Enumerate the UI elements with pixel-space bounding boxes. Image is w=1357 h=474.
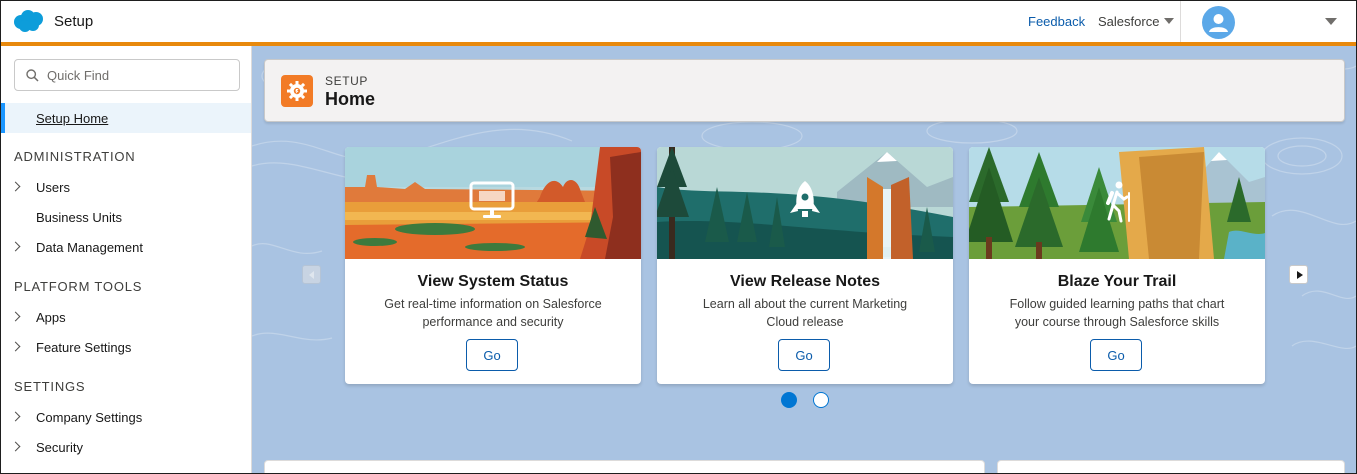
card-view-system-status: View System Status Get real-time informa… xyxy=(345,147,641,384)
card-title: View Release Notes xyxy=(729,273,880,290)
carousel-dot-1[interactable] xyxy=(781,392,797,408)
go-button[interactable]: Go xyxy=(1090,339,1142,371)
sidebar-item-label: Company Settings xyxy=(36,410,143,425)
app-title: Setup xyxy=(54,13,94,30)
sidebar-item-label: Feature Settings xyxy=(36,340,132,355)
sidebar-item-label: Business Units xyxy=(36,210,122,225)
setup-gear-icon xyxy=(281,75,313,107)
main-content: SETUP Home View System Status Get real-t… xyxy=(252,46,1356,473)
card-title: Blaze Your Trail xyxy=(1057,273,1177,290)
sidebar-item-setup-home[interactable]: Setup Home xyxy=(1,103,251,133)
user-icon xyxy=(1209,14,1228,32)
card-description: Get real-time information on Salesforce … xyxy=(384,297,602,329)
forest-illustration xyxy=(969,147,1265,259)
setup-sidebar: Setup Home ADMINISTRATION Users Business… xyxy=(1,46,252,473)
card-description: Learn all about the current Marketing Cl… xyxy=(702,297,908,329)
go-button[interactable]: Go xyxy=(466,339,518,371)
sidebar-item-data-management[interactable]: Data Management xyxy=(1,236,251,260)
bottom-panel-right xyxy=(997,460,1345,473)
page-title: Home xyxy=(325,89,376,109)
chevron-right-icon xyxy=(10,181,21,192)
chevron-right-icon xyxy=(10,311,21,322)
go-button[interactable]: Go xyxy=(778,339,830,371)
desert-illustration xyxy=(345,147,641,259)
sidebar-item-apps[interactable]: Apps xyxy=(1,306,251,330)
page-eyebrow: SETUP xyxy=(325,74,369,88)
carousel-next-button[interactable] xyxy=(1289,265,1308,284)
chevron-right-icon xyxy=(10,341,21,352)
search-icon xyxy=(26,69,39,82)
user-avatar[interactable] xyxy=(1202,6,1235,39)
section-administration: ADMINISTRATION xyxy=(14,149,136,164)
waterfall-illustration xyxy=(657,147,953,259)
feedback-link[interactable]: Feedback xyxy=(1028,14,1085,29)
sidebar-item-label: Data Management xyxy=(36,240,143,255)
org-switcher[interactable]: Salesforce xyxy=(1098,14,1159,29)
page-header: SETUP Home xyxy=(264,59,1345,122)
chevron-down-icon[interactable] xyxy=(1164,18,1174,24)
sidebar-item-business-units[interactable]: Business Units xyxy=(1,206,251,230)
chevron-right-icon xyxy=(10,241,21,252)
sidebar-item-label: Users xyxy=(36,180,70,195)
chevron-right-icon xyxy=(10,441,21,452)
bottom-panel-left xyxy=(264,460,985,473)
card-title: View System Status xyxy=(417,273,569,290)
section-platform-tools: PLATFORM TOOLS xyxy=(14,279,143,294)
section-settings: SETTINGS xyxy=(14,379,86,394)
sidebar-item-feature-settings[interactable]: Feature Settings xyxy=(1,336,251,360)
card-blaze-your-trail: Blaze Your Trail Follow guided learning … xyxy=(969,147,1265,384)
caret-right-icon xyxy=(1297,271,1303,279)
sidebar-item-label: Security xyxy=(36,440,83,455)
card-view-release-notes: View Release Notes Learn all about the c… xyxy=(657,147,953,384)
sidebar-item-users[interactable]: Users xyxy=(1,176,251,200)
sidebar-item-label: Apps xyxy=(36,310,66,325)
user-menu-chevron-down-icon[interactable] xyxy=(1325,18,1337,25)
sidebar-item-company-settings[interactable]: Company Settings xyxy=(1,406,251,430)
salesforce-cloud-logo[interactable] xyxy=(12,9,46,33)
quick-find-input[interactable] xyxy=(47,66,232,84)
global-header: Setup Feedback Salesforce xyxy=(1,1,1356,42)
app-window: Setup Feedback Salesforce Setup Home ADM… xyxy=(0,0,1357,474)
carousel-prev-button[interactable] xyxy=(302,265,321,284)
caret-left-icon xyxy=(309,271,314,279)
carousel-dot-2[interactable] xyxy=(813,392,829,408)
header-divider xyxy=(1180,1,1181,42)
card-description: Follow guided learning paths that chart … xyxy=(1009,297,1225,329)
quick-find-box[interactable] xyxy=(14,59,240,91)
sidebar-item-label: Setup Home xyxy=(36,111,109,126)
sidebar-item-security[interactable]: Security xyxy=(1,436,251,460)
chevron-right-icon xyxy=(10,411,21,422)
